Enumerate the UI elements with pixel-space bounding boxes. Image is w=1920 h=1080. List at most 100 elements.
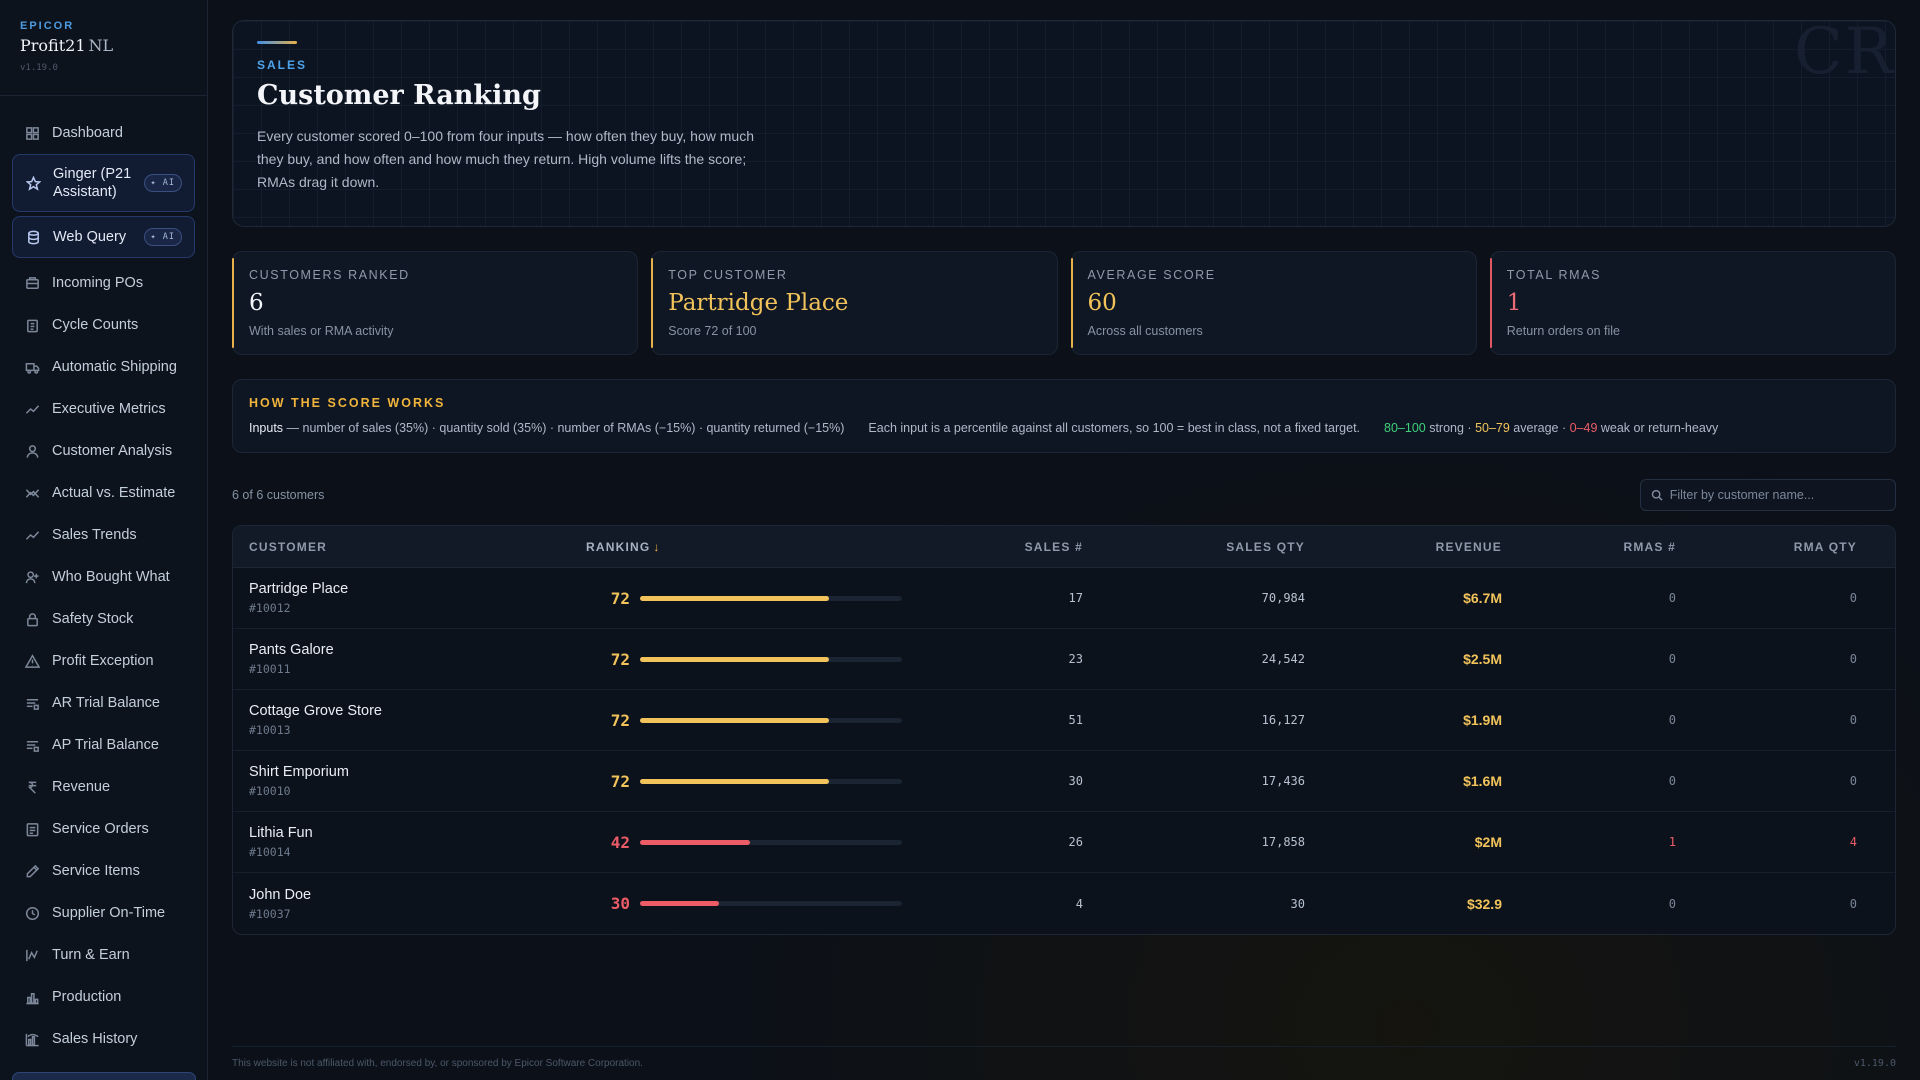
legend-average-text: average · [1509,421,1570,435]
customer-name[interactable]: Cottage Grove Store [249,703,586,719]
customer-name[interactable]: Shirt Emporium [249,764,586,780]
kpi-value: Partridge Place [668,290,849,316]
column-header-rma-qty[interactable]: RMA QTY [1676,540,1873,554]
ranking-cell: 72 [586,650,908,669]
customer-name[interactable]: Pants Galore [249,642,586,658]
inputs-label: Inputs [249,421,284,435]
column-header-revenue[interactable]: REVENUE [1305,540,1502,554]
rmas-count-cell: 1 [1668,835,1676,849]
sidebar-item-incoming-pos[interactable]: Incoming POs [12,262,195,304]
ranking-bar-track [640,778,902,784]
sales-count-cell: 51 [1068,713,1083,727]
sidebar-item-supplier-on-time[interactable]: Supplier On-Time [12,892,195,934]
column-header-rmas[interactable]: RMAS # [1502,540,1676,554]
sidebar-item-actual-vs-estimate[interactable]: Actual vs. Estimate [12,472,195,514]
table-row[interactable]: Lithia Fun #10014 42 26 17,858 $2M 1 4 [233,812,1895,873]
brand-name-text: Profit21 [20,36,86,55]
sidebar-item-executive-metrics[interactable]: Executive Metrics [12,388,195,430]
sidebar-item-label: AP Trial Balance [52,736,159,753]
sidebar-item-label: Sales History [52,1030,138,1047]
kpi-label: CUSTOMERS RANKED [249,268,410,282]
customer-id: #10013 [249,723,291,737]
sales-qty-cell: 30 [1290,896,1305,911]
sidebar-item-sales-trends[interactable]: Sales Trends [12,514,195,556]
revenue-cell: $2.5M [1463,651,1502,667]
sales-qty-cell: 16,127 [1261,713,1305,727]
star-icon [25,175,41,191]
ranking-bar-fill [640,839,751,845]
sidebar-item-safety-stock[interactable]: Safety Stock [12,598,195,640]
customer-name[interactable]: John Doe [249,887,586,903]
ranking-bar-fill [640,901,719,906]
legend-weak-text: weak or return-heavy [1597,421,1719,435]
sidebar-item-who-bought-what[interactable]: Who Bought What [12,556,195,598]
section-kicker: SALES [257,58,308,72]
column-header-customer[interactable]: CUSTOMER [233,540,586,554]
sidebar-item-service-items[interactable]: Service Items [12,850,195,892]
sidebar-item-production[interactable]: Production [12,976,195,1018]
trend-icon [24,527,40,543]
clipboard-icon [24,317,40,333]
sidebar-item-label: Automatic Shipping [52,358,177,375]
sidebar-item-label: Customer Analysis [52,442,173,459]
customer-name[interactable]: Partridge Place [249,581,586,597]
table-row[interactable]: Partridge Place #10012 72 17 70,984 $6.7M 0 0 [233,568,1895,629]
sidebar-item-customer-analysis[interactable]: Customer Analysis [12,430,195,472]
ranking-bar-fill [640,656,829,662]
brand-name[interactable]: Profit21 NL [20,36,187,55]
kpi-subtext: Return orders on file [1506,324,1621,338]
brand: EPICOR Profit21 NL v1.19.0 [0,0,207,96]
score-inputs: Inputs — number of sales (35%) · quantit… [249,421,844,435]
ai-badge: ✦ AI [143,174,182,192]
revenue-cell: $2M [1474,834,1502,850]
column-header-sales-qty[interactable]: SALES QTY [1083,540,1305,554]
table-row[interactable]: Shirt Emporium #10010 72 30 17,436 $1.6M 0 0 [233,751,1895,812]
ranking-header-label: RANKING [586,539,651,554]
search-icon [1651,489,1663,501]
sidebar-item-ap-trial-balance[interactable]: AP Trial Balance [12,724,195,766]
sidebar-item-label: Service Orders [52,820,149,837]
brand-version: v1.19.0 [20,63,58,73]
revenue-cell: $32.9 [1466,895,1502,912]
sales-count-cell: 30 [1068,774,1083,788]
column-header-ranking[interactable]: RANKING ↓ [586,540,908,554]
kpi-value: 60 [1087,290,1117,316]
customer-id: #10014 [249,845,291,859]
rma-qty-cell: 0 [1849,774,1857,788]
sidebar-item-ginger-p21-assistant[interactable]: Ginger (P21 Assistant) ✦ AI [12,154,195,212]
customer-filter-input[interactable] [1669,488,1885,502]
kpi-subtext: Across all customers [1087,324,1203,338]
sidebar-item-dashboard[interactable]: Dashboard [12,112,195,154]
sidebar-item-cycle-counts[interactable]: Cycle Counts [12,304,195,346]
kpi-top-customer: TOP CUSTOMER Partridge Place Score 72 of… [651,251,1058,355]
sidebar-item-web-query[interactable]: Web Query ✦ AI [12,216,195,258]
sidebar-item-revenue[interactable]: Revenue [12,766,195,808]
table-row[interactable]: Pants Galore #10011 72 23 24,542 $2.5M 0 0 [233,629,1895,690]
hero-accent-bar [257,41,297,44]
table-header: CUSTOMER RANKING ↓ SALES # SALES QTY REVE… [233,526,1895,568]
sales-count-cell: 4 [1075,896,1083,911]
sidebar-item-label: Executive Metrics [52,400,166,417]
customer-cell: Partridge Place #10012 [233,581,586,615]
sales-qty-cell: 17,436 [1261,774,1305,788]
sidebar-item-ar-trial-balance[interactable]: AR Trial Balance [12,682,195,724]
search-box[interactable] [1640,479,1896,511]
sidebar-item-profit-exception[interactable]: Profit Exception [12,640,195,682]
column-header-sales[interactable]: SALES # [908,540,1083,554]
sidebar-item-label: Web Query [53,228,127,245]
ranking-score: 72 [610,649,630,669]
sidebar-item-label: Turn & Earn [52,946,130,963]
sidebar-item-customer-ranking[interactable] [12,1072,196,1080]
brand-vendor: EPICOR [20,20,75,32]
clock-icon [24,905,40,921]
sidebar-item-turn-earn[interactable]: Turn & Earn [12,934,195,976]
sidebar-item-automatic-shipping[interactable]: Automatic Shipping [12,346,195,388]
customer-name[interactable]: Lithia Fun [249,825,586,841]
table-row[interactable]: John Doe #10037 30 4 30 $32.9 0 0 [233,873,1895,934]
table-row[interactable]: Cottage Grove Store #10013 72 51 16,127 $1.9M… [233,690,1895,751]
sidebar-item-service-orders[interactable]: Service Orders [12,808,195,850]
sidebar-item-label: Ginger (P21 Assistant) [53,165,132,200]
sidebar-item-label: AR Trial Balance [52,694,160,711]
sidebar-item-sales-history[interactable]: Sales History [12,1018,195,1060]
bar-chart-icon [24,989,40,1005]
